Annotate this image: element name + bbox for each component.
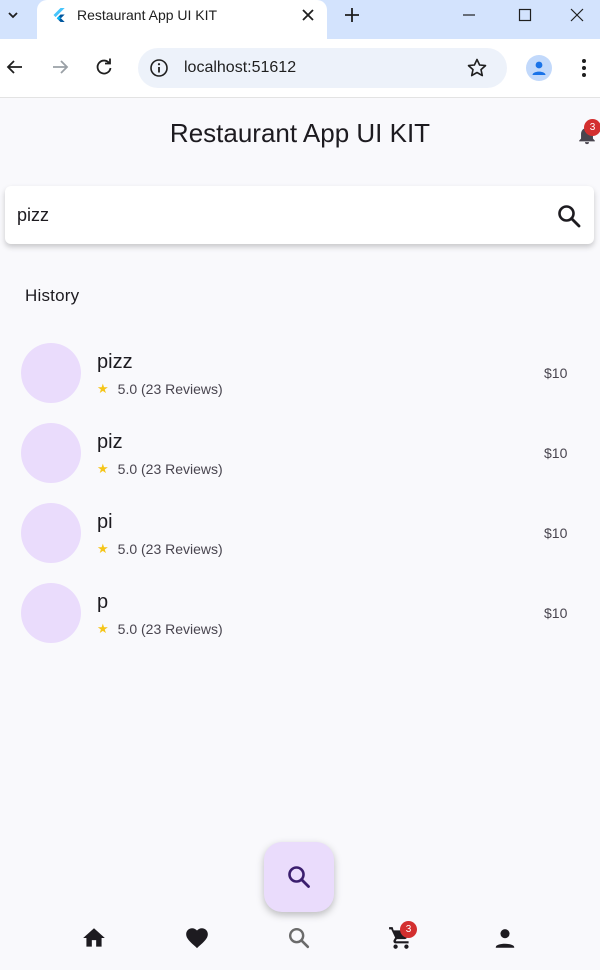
app-screen: Restaurant App UI KIT 3 History pizz ★ 5.… xyxy=(0,99,600,970)
history-item[interactable]: pi ★ 5.0 (23 Reviews) $10 xyxy=(0,499,600,579)
search-fab-button[interactable] xyxy=(264,842,334,912)
close-icon[interactable] xyxy=(299,6,317,24)
search-icon[interactable] xyxy=(284,923,314,953)
flutter-icon xyxy=(53,8,65,22)
item-thumbnail xyxy=(21,423,81,483)
item-thumbnail xyxy=(21,503,81,563)
rating-text: 5.0 (23 Reviews) xyxy=(117,541,223,557)
tab-list-icon[interactable] xyxy=(0,0,26,30)
item-name: pi xyxy=(97,511,113,533)
search-icon[interactable] xyxy=(555,202,583,230)
minimize-icon[interactable] xyxy=(446,0,492,30)
site-info-icon[interactable] xyxy=(149,58,169,78)
star-icon: ★ xyxy=(97,621,109,636)
item-name: p xyxy=(97,591,109,613)
notification-badge: 3 xyxy=(584,119,600,136)
history-item[interactable]: pizz ★ 5.0 (23 Reviews) $10 xyxy=(0,339,600,419)
address-bar[interactable]: localhost:51612 xyxy=(138,48,507,88)
history-item[interactable]: p ★ 5.0 (23 Reviews) $10 xyxy=(0,579,600,659)
back-icon[interactable] xyxy=(3,55,27,79)
rating-text: 5.0 (23 Reviews) xyxy=(117,381,223,397)
bookmark-star-icon[interactable] xyxy=(466,57,488,79)
browser-toolbar: localhost:51612 xyxy=(0,39,600,98)
forward-icon[interactable] xyxy=(48,55,72,79)
item-rating: ★ 5.0 (23 Reviews) xyxy=(97,621,223,637)
person-icon[interactable] xyxy=(490,923,520,953)
item-thumbnail xyxy=(21,583,81,643)
window-close-icon[interactable] xyxy=(554,0,600,30)
profile-icon[interactable] xyxy=(526,55,552,81)
item-price: $10 xyxy=(544,445,568,461)
item-price: $10 xyxy=(544,365,568,381)
search-input[interactable] xyxy=(17,202,517,228)
star-icon: ★ xyxy=(97,541,109,556)
bottom-navigation: 3 xyxy=(0,909,600,969)
item-thumbnail xyxy=(21,343,81,403)
item-rating: ★ 5.0 (23 Reviews) xyxy=(97,541,223,557)
search-icon xyxy=(288,866,310,888)
item-name: pizz xyxy=(97,351,133,373)
item-name: piz xyxy=(97,431,123,453)
item-rating: ★ 5.0 (23 Reviews) xyxy=(97,461,223,477)
history-heading: History xyxy=(25,286,80,305)
page-title: Restaurant App UI KIT xyxy=(169,118,431,148)
home-icon[interactable] xyxy=(79,923,109,953)
url-text: localhost:51612 xyxy=(184,59,297,76)
maximize-icon[interactable] xyxy=(502,0,548,30)
rating-text: 5.0 (23 Reviews) xyxy=(117,621,223,637)
kebab-menu-icon[interactable] xyxy=(574,56,594,80)
item-rating: ★ 5.0 (23 Reviews) xyxy=(97,381,223,397)
star-icon: ★ xyxy=(97,381,109,396)
favorite-icon[interactable] xyxy=(182,923,212,953)
item-price: $10 xyxy=(544,525,568,541)
history-item[interactable]: piz ★ 5.0 (23 Reviews) $10 xyxy=(0,419,600,499)
history-list: pizz ★ 5.0 (23 Reviews) $10 piz ★ 5.0 (23 … xyxy=(0,339,600,659)
tab-title: Restaurant App UI KIT xyxy=(77,7,218,23)
search-bar xyxy=(5,186,594,244)
browser-tab[interactable]: Restaurant App UI KIT xyxy=(37,0,327,39)
plus-icon[interactable] xyxy=(341,4,363,26)
browser-tab-strip: Restaurant App UI KIT xyxy=(0,0,600,39)
rating-text: 5.0 (23 Reviews) xyxy=(117,461,223,477)
cart-badge: 3 xyxy=(400,921,417,938)
reload-icon[interactable] xyxy=(92,55,116,79)
star-icon: ★ xyxy=(97,461,109,476)
item-price: $10 xyxy=(544,605,568,621)
